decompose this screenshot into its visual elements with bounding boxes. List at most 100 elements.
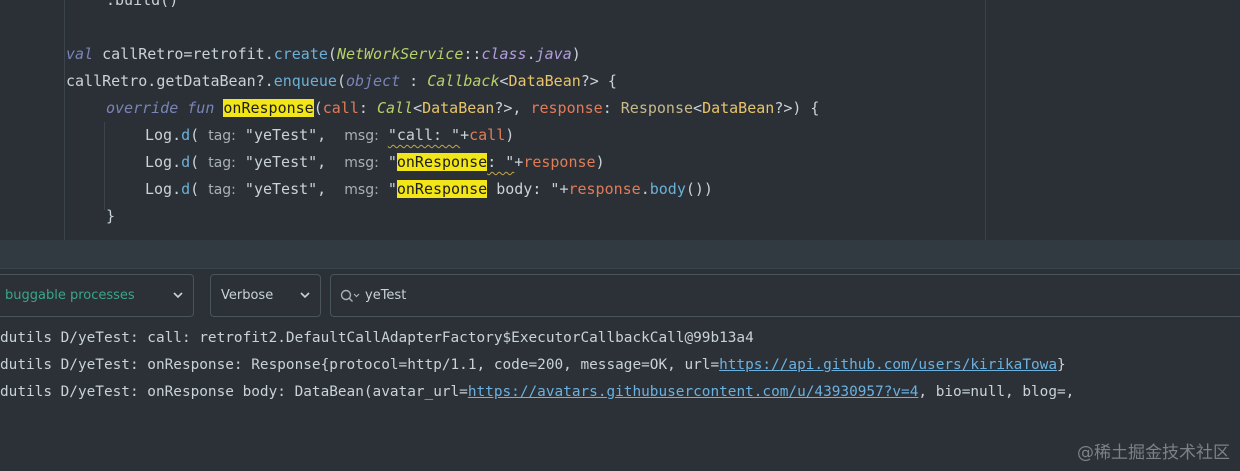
string-msg: "call: " bbox=[387, 126, 461, 144]
variable-name: callRetro bbox=[102, 45, 184, 63]
indent-guide bbox=[104, 122, 105, 210]
paren: ) bbox=[571, 45, 581, 63]
string-tag: "yeTest", bbox=[235, 153, 345, 171]
code-editor[interactable]: .build() val callRetro=retrofit.create(N… bbox=[0, 0, 1240, 240]
log-url-link[interactable]: https://api.github.com/users/kirikaTowa bbox=[719, 357, 1057, 373]
method-d: d bbox=[181, 126, 191, 144]
paren: ) bbox=[595, 153, 605, 171]
log-text: dutils D/yeTest: onResponse: Response{pr… bbox=[0, 357, 720, 373]
method-call: enqueue bbox=[273, 72, 337, 90]
string-msg: body: " bbox=[487, 180, 560, 198]
log-level-dropdown[interactable]: Verbose bbox=[210, 274, 321, 317]
indent-guide bbox=[64, 0, 65, 240]
dot: . bbox=[172, 126, 182, 144]
type-arg: DataBean bbox=[422, 99, 495, 117]
code-line-override: override fun onResponse(call: Call<DataB… bbox=[106, 95, 819, 121]
type-call: Call bbox=[376, 99, 414, 117]
function-name-highlight: onResponse bbox=[223, 99, 314, 117]
logcat-line: dutils D/yeTest: call: retrofit2.Default… bbox=[0, 325, 1240, 352]
code-line-enqueue: callRetro.getDataBean?.enqueue(object : … bbox=[66, 68, 617, 94]
method-d: d bbox=[181, 180, 191, 198]
keyword-val: val bbox=[66, 45, 94, 63]
paren: ( bbox=[190, 126, 209, 144]
dot: . bbox=[264, 45, 274, 63]
right-margin-guide bbox=[985, 0, 986, 240]
arg-call: call bbox=[469, 126, 506, 144]
paren: ()) bbox=[685, 180, 713, 198]
search-highlight: onResponse bbox=[396, 153, 488, 171]
logcat-line: dutils D/yeTest: onResponse: Response{pr… bbox=[0, 352, 1240, 379]
lt: < bbox=[693, 99, 703, 117]
method-d: d bbox=[181, 153, 191, 171]
dot: . bbox=[172, 180, 182, 198]
log-class: Log bbox=[145, 126, 173, 144]
dot: . bbox=[172, 153, 182, 171]
paren: ) bbox=[505, 126, 515, 144]
process-dropdown-label: buggable processes bbox=[5, 288, 135, 303]
close-brace: } bbox=[106, 207, 116, 225]
type-name: Callback bbox=[427, 72, 500, 90]
paren: ( bbox=[190, 180, 209, 198]
log-text-suffix: , bio=null, blog=, bbox=[918, 384, 1075, 400]
dot: . bbox=[526, 45, 536, 63]
log-text: dutils D/yeTest: onResponse body: DataBe… bbox=[0, 384, 468, 400]
log-class: Log bbox=[145, 180, 173, 198]
property: getDataBean bbox=[156, 72, 256, 90]
paren: ( bbox=[190, 153, 209, 171]
process-dropdown[interactable]: buggable processes bbox=[0, 274, 194, 317]
object-ref: retrofit bbox=[192, 45, 265, 63]
dot: . bbox=[147, 72, 157, 90]
logcat-line: dutils D/yeTest: onResponse body: DataBe… bbox=[0, 379, 1240, 406]
class-keyword: class bbox=[481, 45, 527, 63]
string-quote: " bbox=[378, 153, 397, 171]
watermark: @稀土掘金技术社区 bbox=[1077, 443, 1230, 463]
param-hint-msg: msg: bbox=[344, 155, 379, 171]
method-call: create bbox=[273, 45, 328, 63]
chevron-down-icon bbox=[173, 292, 183, 299]
param-hint-msg: msg: bbox=[344, 128, 379, 144]
arg-response: response bbox=[523, 153, 596, 171]
search-highlight: onResponse bbox=[396, 180, 488, 198]
plus: + bbox=[460, 126, 470, 144]
log-search-box[interactable] bbox=[330, 274, 1240, 317]
log-class: Log bbox=[145, 153, 173, 171]
paren: ( bbox=[336, 72, 346, 90]
code-line-build: .build() bbox=[106, 0, 178, 13]
string-tag: "yeTest", bbox=[235, 126, 345, 144]
param-call: call bbox=[322, 99, 359, 117]
type-arg: DataBean bbox=[508, 72, 581, 90]
keyword-fun: fun bbox=[187, 99, 215, 117]
build-call: .build() bbox=[106, 0, 179, 9]
param-hint-tag: tag: bbox=[208, 155, 236, 171]
sep: :: bbox=[463, 45, 482, 63]
safe-call: ?. bbox=[255, 72, 274, 90]
logcat-toolbar: buggable processes Verbose bbox=[0, 269, 1240, 325]
code-line-log-body: Log.d( tag: "yeTest", msg: "onResponse b… bbox=[145, 176, 713, 202]
method-body: body bbox=[649, 180, 686, 198]
search-input[interactable] bbox=[361, 288, 1229, 303]
string-quote: " bbox=[378, 180, 397, 198]
dot: . bbox=[640, 180, 650, 198]
plus: + bbox=[514, 153, 524, 171]
code-line-log-call: Log.d( tag: "yeTest", msg: "call: "+call… bbox=[145, 122, 514, 148]
search-icon bbox=[340, 289, 360, 302]
object-ref: callRetro bbox=[66, 72, 148, 90]
log-url-link[interactable]: https://avatars.githubusercontent.com/u/… bbox=[468, 384, 919, 400]
gt: ?>, bbox=[494, 99, 531, 117]
code-line-log-response: Log.d( tag: "yeTest", msg: "onResponse: … bbox=[145, 149, 605, 175]
class-name: NetWorkService bbox=[336, 45, 464, 63]
colon: : bbox=[602, 99, 621, 117]
paren: ( bbox=[313, 99, 323, 117]
log-text: dutils D/yeTest: call: retrofit2.Default… bbox=[0, 330, 754, 346]
log-text-suffix: } bbox=[1057, 357, 1066, 373]
type-arg: DataBean bbox=[702, 99, 775, 117]
arg-response: response bbox=[568, 180, 641, 198]
param-hint-msg: msg: bbox=[344, 182, 379, 198]
gt: ?>) { bbox=[774, 99, 820, 117]
param-hint-tag: tag: bbox=[208, 128, 236, 144]
panel-divider[interactable] bbox=[0, 240, 1240, 269]
type-response: Response bbox=[620, 99, 694, 117]
colon: : bbox=[400, 72, 428, 90]
string-msg: : " bbox=[487, 153, 515, 171]
